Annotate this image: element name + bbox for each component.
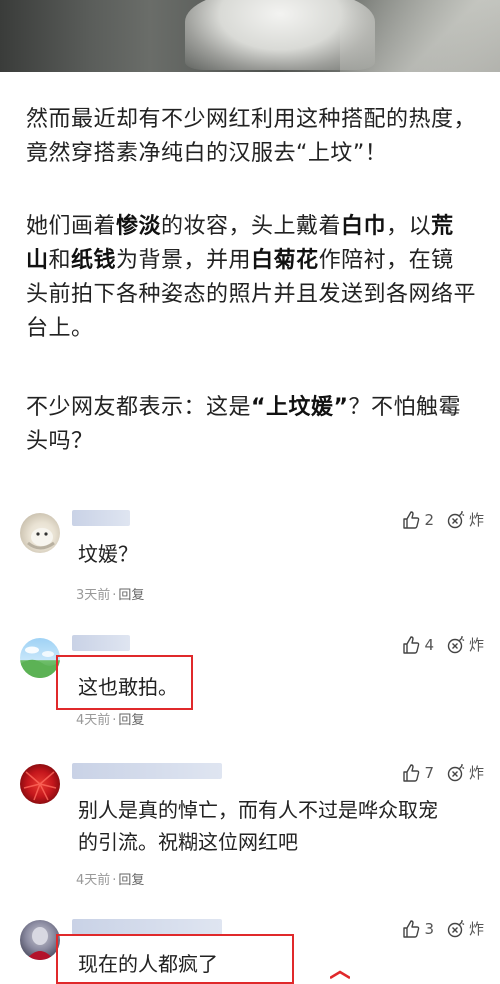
comment-item: 这也敢拍。 4天前 · 回复 4 炸 — [0, 630, 500, 730]
comment-actions: 7 炸 — [401, 762, 484, 783]
avatar-image — [27, 528, 55, 550]
comment-actions: 4 炸 — [401, 634, 484, 655]
avatar-image — [23, 771, 57, 801]
comment-item: 别人是真的悼亡，而有人不过是哗众取宠 的引流。祝糊这位网红吧 4天前 · 回复 7 … — [0, 758, 500, 898]
bomb-label: 炸 — [468, 636, 484, 654]
article-top-image — [0, 0, 500, 72]
bold-keyword: 惨淡 — [116, 214, 162, 239]
background-ground — [340, 0, 500, 72]
red-mark — [330, 970, 350, 980]
comment-time: 3天前 — [76, 588, 111, 603]
avatar[interactable] — [20, 920, 60, 960]
thumb-up-icon — [403, 763, 420, 782]
bomb-button[interactable]: 炸 — [446, 762, 484, 783]
like-button[interactable]: 7 — [401, 763, 434, 783]
comment-text-line-2: 的引流。祝糊这位网红吧 — [78, 830, 298, 854]
article-paragraph-2: 她们画着惨淡的妆容，头上戴着白巾，以荒山和纸钱为背景，并用白菊花作陪衬，在镜头前… — [26, 210, 476, 346]
comment-time: 4天前 — [76, 713, 111, 728]
avatar-image — [26, 927, 54, 960]
like-count: 7 — [424, 763, 434, 782]
text-segment: 的妆容，头上戴着 — [161, 214, 342, 239]
bomb-label: 炸 — [468, 920, 484, 938]
like-count: 2 — [424, 510, 434, 529]
comment-item: 坟媛？ 3天前 · 回复 2 炸 — [0, 505, 500, 605]
comment-meta: 3天前 · 回复 — [76, 584, 144, 603]
comment-meta: 4天前 · 回复 — [76, 709, 144, 728]
article-paragraph-3: 不少网友都表示：这是“上坟媛”？不怕触霉头吗？ — [26, 391, 476, 459]
bomb-icon — [447, 635, 465, 653]
comment-text-line-1: 别人是真的悼亡，而有人不过是哗众取宠 — [78, 798, 438, 822]
comment-actions: 2 炸 — [401, 509, 484, 530]
comment-actions: 3 炸 — [401, 918, 484, 939]
bold-keyword: “上坟媛” — [251, 395, 349, 420]
bold-keyword: 白菊花 — [251, 248, 319, 273]
reply-button[interactable]: 回复 — [118, 873, 144, 888]
bomb-icon — [447, 510, 465, 528]
reply-button[interactable]: 回复 — [118, 713, 144, 728]
reply-button[interactable]: 回复 — [118, 588, 144, 603]
avatar-image — [20, 646, 60, 678]
text-segment: 不少网友都表示：这是 — [26, 395, 252, 420]
username-blurred[interactable] — [72, 635, 130, 651]
bomb-button[interactable]: 炸 — [446, 509, 484, 530]
like-count: 3 — [424, 919, 434, 938]
comment-time: 4天前 — [76, 873, 111, 888]
username-blurred[interactable] — [72, 919, 222, 935]
bold-keyword: 纸钱 — [71, 248, 117, 273]
like-button[interactable]: 3 — [401, 919, 434, 939]
like-button[interactable]: 2 — [401, 510, 434, 530]
username-blurred[interactable] — [72, 510, 130, 526]
comment-meta: 4天前 · 回复 — [76, 869, 144, 888]
meta-separator: · — [112, 588, 117, 603]
text-segment: 和 — [48, 248, 72, 273]
comment-text: 坟媛？ — [78, 542, 138, 566]
thumb-up-icon — [403, 510, 420, 529]
highlight-box — [56, 655, 193, 710]
bomb-icon — [447, 763, 465, 781]
bomb-label: 炸 — [468, 511, 484, 529]
like-button[interactable]: 4 — [401, 635, 434, 655]
thumb-up-icon — [403, 919, 420, 938]
avatar[interactable] — [20, 513, 60, 553]
username-blurred[interactable] — [72, 763, 222, 779]
bomb-button[interactable]: 炸 — [446, 918, 484, 939]
meta-separator: · — [112, 873, 117, 888]
bomb-label: 炸 — [468, 764, 484, 782]
bold-keyword: 白巾 — [341, 214, 387, 239]
avatar[interactable] — [20, 764, 60, 804]
comment-item: 现在的人都疯了 3 炸 — [0, 914, 500, 984]
thumb-up-icon — [403, 635, 420, 654]
article-paragraph-1: 然而最近却有不少网红利用这种搭配的热度，竟然穿搭素净纯白的汉服去“上坟”！ — [26, 107, 477, 166]
bomb-icon — [447, 919, 465, 937]
text-segment: 她们画着 — [26, 214, 117, 239]
bomb-button[interactable]: 炸 — [446, 634, 484, 655]
text-segment: 为背景，并用 — [116, 248, 252, 273]
text-segment: ，以 — [386, 214, 432, 239]
like-count: 4 — [424, 635, 434, 654]
meta-separator: · — [112, 713, 117, 728]
highlight-box — [56, 934, 294, 984]
avatar[interactable] — [20, 638, 60, 678]
